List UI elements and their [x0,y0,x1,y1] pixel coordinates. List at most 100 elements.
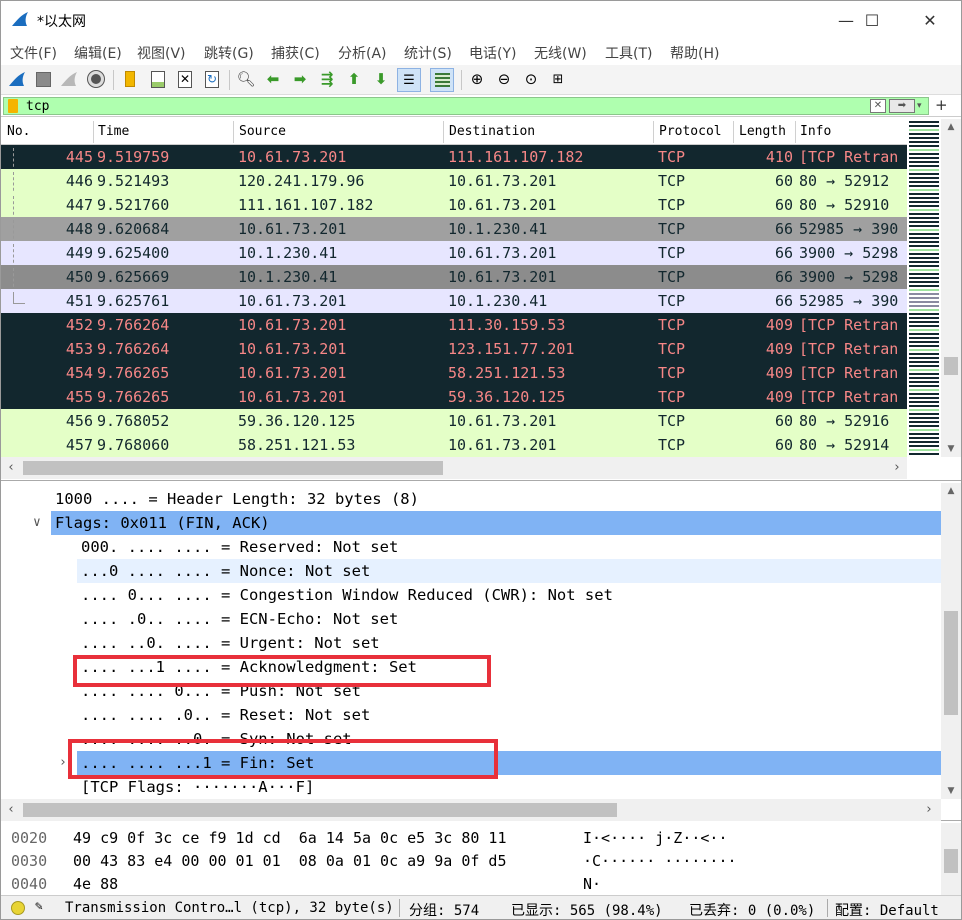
scroll-thumb[interactable] [23,803,617,817]
packet-row[interactable]: 445 9.519759 10.61.73.201 111.161.107.182 TC… [1,145,907,172]
hex-bytes[interactable]: 49 c9 0f 3c ce f9 1d cd 6a 14 5a 0c e5 3… [73,829,506,847]
packet-row[interactable]: 449 9.625400 10.1.230.41 10.61.73.201 TCP 66 3… [1,241,907,268]
scroll-down-icon[interactable]: ▼ [941,441,961,457]
chevron-down-icon[interactable]: ▾ [917,99,927,113]
scroll-right-icon[interactable]: › [887,457,907,479]
scroll-thumb[interactable] [944,611,958,715]
hex-bytes[interactable]: 4e 88 [73,875,118,893]
zoom-normal-icon[interactable]: ⊙ [520,68,542,90]
column-header-info[interactable]: Info [800,124,831,139]
column-header-destination[interactable]: Destination [449,124,535,139]
hex-bytes[interactable]: 00 43 83 e4 00 00 01 01 08 0a 01 0c a9 9… [73,852,506,870]
hex-offset[interactable]: 0030 [11,852,47,870]
menu-capture[interactable]: 捕获(C) [271,43,320,63]
bookmark-icon[interactable] [8,99,18,113]
menu-edit[interactable]: 编辑(E) [74,43,122,63]
go-forward-icon[interactable]: ➡ [289,68,311,90]
packet-row[interactable]: 454 9.766265 10.61.73.201 58.251.121.53 TCP 4… [1,361,907,385]
menu-go[interactable]: 跳转(G) [204,43,254,63]
menu-analyze[interactable]: 分析(A) [338,43,387,63]
resize-columns-icon[interactable]: ⊞ [547,68,569,90]
close-file-icon[interactable]: ✕ [174,68,196,90]
tree-toggle-icon[interactable]: › [59,755,67,770]
details-vertical-scrollbar[interactable]: ▲ ▼ [941,483,961,799]
column-header-source[interactable]: Source [239,124,286,139]
find-packet-icon[interactable]: 🔍︎ [235,68,257,90]
go-first-icon[interactable]: ⬆ [343,68,365,90]
menu-help[interactable]: 帮助(H) [670,43,719,63]
reload-icon[interactable]: ↻ [201,68,223,90]
packet-row[interactable]: 453 9.766264 10.61.73.201 123.151.77.201 TCP… [1,337,907,361]
packet-minimap[interactable] [907,119,941,457]
bytes-vertical-scrollbar[interactable] [941,823,961,895]
zoom-out-icon[interactable]: ⊖ [493,68,515,90]
detail-tree-item[interactable]: 000. .... .... = Reserved: Not set [1,535,941,559]
menu-telephony[interactable]: 电话(Y) [469,43,516,63]
scroll-up-icon[interactable]: ▲ [941,119,961,135]
scroll-thumb[interactable] [944,849,958,873]
menu-wireless[interactable]: 无线(W) [534,43,587,63]
packet-row[interactable]: 455 9.766265 10.61.73.201 59.36.120.125 TCP 4… [1,385,907,409]
add-filter-button[interactable]: + [935,96,948,114]
packet-row[interactable]: 451 9.625761 10.61.73.201 10.1.230.41 TCP 66 5… [1,289,907,313]
go-back-icon[interactable]: ⬅ [262,68,284,90]
tree-toggle-icon[interactable]: ∨ [33,515,41,530]
clear-filter-icon[interactable]: ✕ [870,99,886,113]
scroll-thumb[interactable] [23,461,443,475]
hex-offset[interactable]: 0040 [11,875,47,893]
apply-filter-icon[interactable]: ➡ [889,99,915,113]
restart-icon[interactable] [58,68,80,90]
zoom-in-icon[interactable]: ⊕ [466,68,488,90]
status-profile[interactable]: 配置: Default [835,900,939,920]
packet-row[interactable]: 456 9.768052 59.36.120.125 10.61.73.201 TCP 6… [1,409,907,433]
detail-tree-item[interactable]: ...0 .... .... = Nonce: Not set [1,559,941,583]
scroll-left-icon[interactable]: ‹ [1,799,21,821]
detail-tree-item[interactable]: .... ..0. .... = Urgent: Not set [1,631,941,655]
scroll-thumb[interactable] [944,357,958,375]
save-file-icon[interactable] [147,68,169,90]
detail-tree-item[interactable]: .... .0.. .... = ECN-Echo: Not set [1,607,941,631]
close-button[interactable]: ✕ [907,7,953,33]
detail-tree-item[interactable]: .... .... .0.. = Reset: Not set [1,703,941,727]
menu-view[interactable]: 视图(V) [137,43,186,63]
capture-options-icon[interactable] [85,68,107,90]
packet-row[interactable]: 457 9.768060 58.251.121.53 10.61.73.201 TCP 6… [1,433,907,457]
scroll-down-icon[interactable]: ▼ [941,783,961,799]
scroll-left-icon[interactable]: ‹ [1,457,21,479]
detail-tree-item[interactable]: 1000 .... = Header Length: 32 bytes (8) [1,487,941,511]
packet-list-horizontal-scrollbar[interactable]: ‹ › [1,457,907,479]
packet-row[interactable]: 446 9.521493 120.241.179.96 10.61.73.201 TCP… [1,169,907,196]
stop-icon[interactable] [32,68,54,90]
ascii-bytes[interactable]: I·<···· j·Z··<·· [583,829,728,847]
expert-info-icon[interactable] [11,901,25,915]
packet-row[interactable]: 447 9.521760 111.161.107.182 10.61.73.201 TC… [1,193,907,220]
menu-tools[interactable]: 工具(T) [605,43,652,63]
shark-fin-start-icon[interactable] [6,68,28,90]
packet-row[interactable]: 450 9.625669 10.1.230.41 10.61.73.201 TCP 66 3… [1,265,907,292]
edit-comment-icon[interactable]: ✎ [35,899,43,914]
colorize-icon[interactable] [430,68,454,92]
menu-statistics[interactable]: 统计(S) [404,43,452,63]
ascii-bytes[interactable]: N· [583,875,601,893]
packet-list-vertical-scrollbar[interactable]: ▲ ▼ [941,119,961,457]
details-horizontal-scrollbar[interactable]: ‹ › [1,799,941,821]
detail-tree-item[interactable]: .... 0... .... = Congestion Window Reduc… [1,583,941,607]
detail-tree-item[interactable]: ∨ Flags: 0x011 (FIN, ACK) [1,511,941,535]
hex-offset[interactable]: 0020 [11,829,47,847]
scroll-right-icon[interactable]: › [919,799,939,821]
ascii-bytes[interactable]: ·C······ ········ [583,852,737,870]
packet-row[interactable]: 448 9.620684 10.61.73.201 10.1.230.41 TCP 66 5… [1,217,907,244]
menu-file[interactable]: 文件(F) [10,43,57,63]
column-header-length[interactable]: Length [739,124,786,139]
column-header-time[interactable]: Time [98,124,129,139]
autoscroll-icon[interactable]: ☰ [397,68,421,92]
column-header-protocol[interactable]: Protocol [659,124,722,139]
column-header-no[interactable]: No. [7,124,30,139]
scroll-up-icon[interactable]: ▲ [941,483,961,499]
open-file-icon[interactable] [119,68,141,90]
maximize-button[interactable]: ☐ [849,7,895,33]
go-last-icon[interactable]: ⬇ [370,68,392,90]
packet-row[interactable]: 452 9.766264 10.61.73.201 111.30.159.53 TCP 4… [1,313,907,337]
go-to-packet-icon[interactable]: ⇶ [316,68,338,90]
display-filter-input[interactable] [26,98,866,114]
